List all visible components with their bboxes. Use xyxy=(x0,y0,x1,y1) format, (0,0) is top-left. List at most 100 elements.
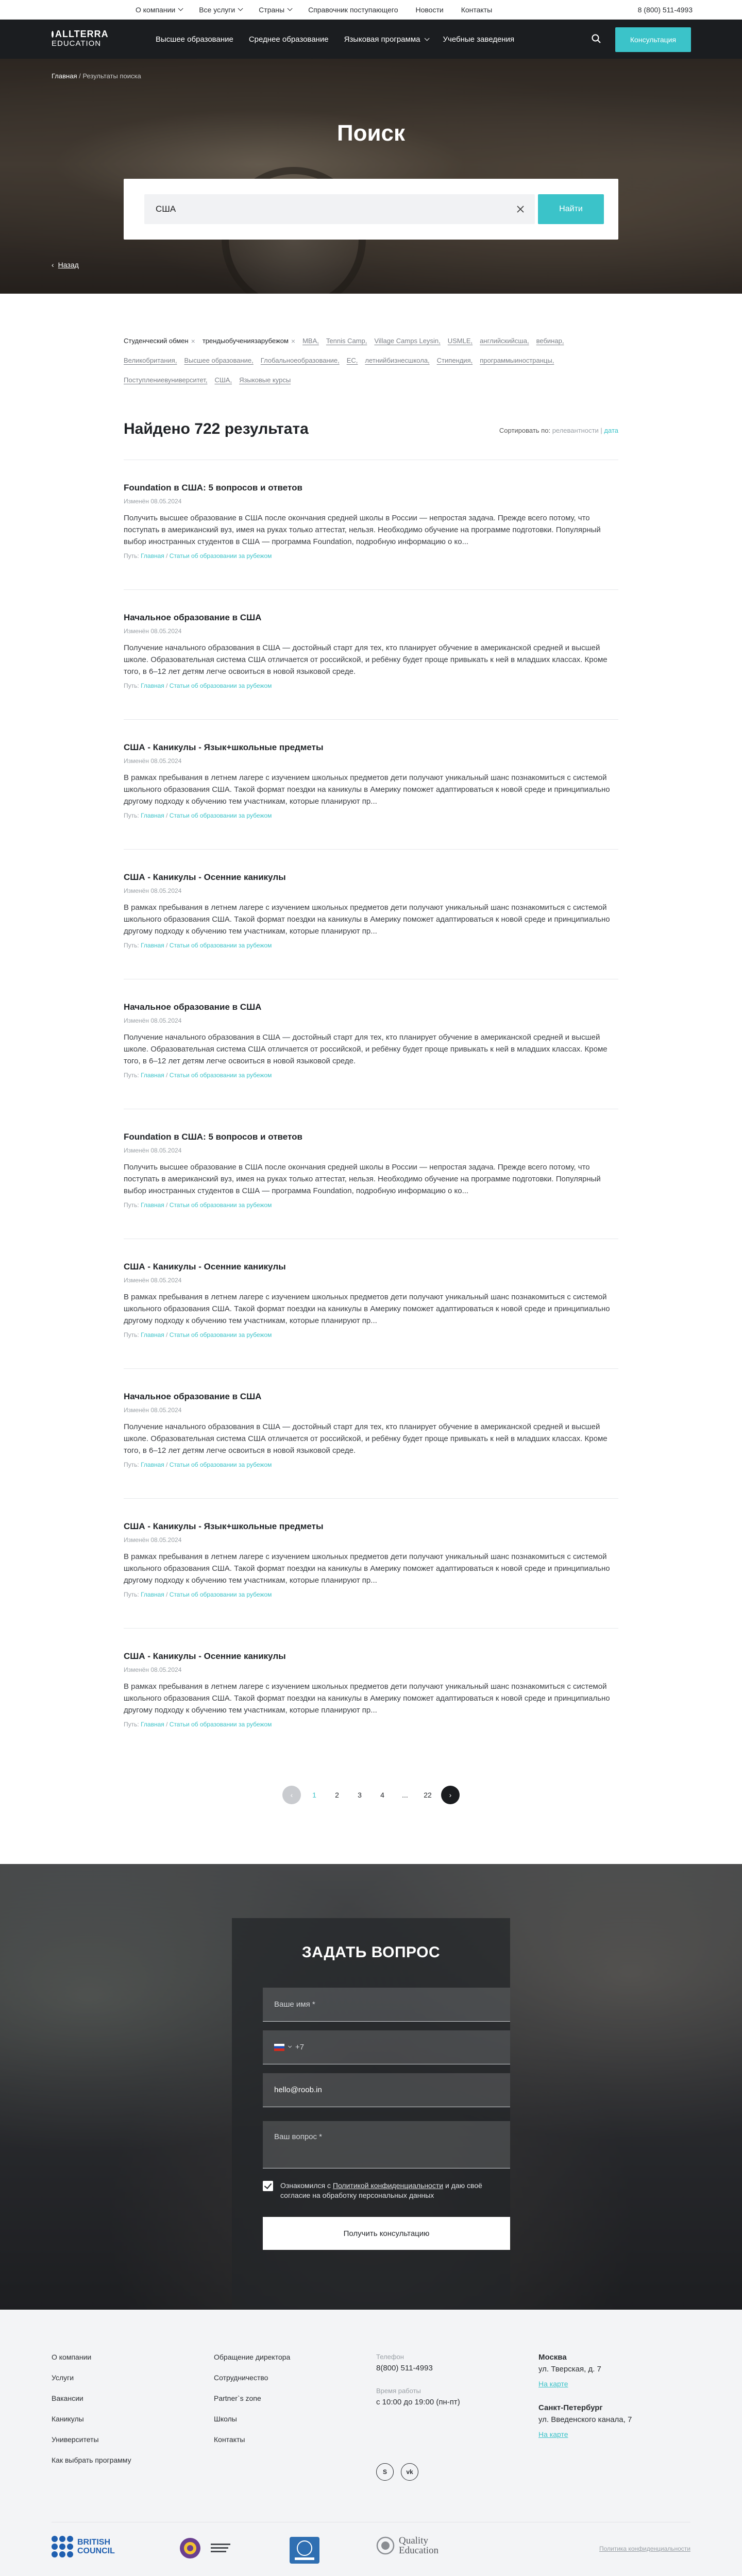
footer-link[interactable]: Школы xyxy=(214,2415,290,2423)
result-title[interactable]: США - Каникулы - Осенние каникулы xyxy=(124,1651,618,1662)
path-section-link[interactable]: Статьи об образовании за рубежом xyxy=(170,682,272,689)
breadcrumb-home[interactable]: Главная xyxy=(52,72,77,80)
tag-link[interactable]: летнийбизнесшкола, xyxy=(365,354,429,367)
tag-link[interactable]: Языковые курсы xyxy=(239,374,291,386)
consult-button[interactable]: Консультация xyxy=(615,27,691,52)
path-section-link[interactable]: Статьи об образовании за рубежом xyxy=(170,1072,272,1079)
result-title[interactable]: Начальное образование в США xyxy=(124,1392,618,1402)
result-title[interactable]: США - Каникулы - Осенние каникулы xyxy=(124,872,618,883)
path-home-link[interactable]: Главная xyxy=(141,942,164,949)
tag-link[interactable]: ЕС, xyxy=(347,354,358,367)
path-section-link[interactable]: Статьи об образовании за рубежом xyxy=(170,1721,272,1728)
consent-checkbox[interactable] xyxy=(263,2181,273,2191)
submit-consult-button[interactable]: Получить консультацию xyxy=(263,2217,510,2250)
tag-link[interactable]: США, xyxy=(214,374,232,386)
path-home-link[interactable]: Главная xyxy=(141,1721,164,1728)
email-field[interactable]: hello@roob.in xyxy=(263,2073,510,2107)
top-nav-services[interactable]: Все услуги xyxy=(199,6,243,14)
tag-link[interactable]: Стипендия, xyxy=(437,354,473,367)
path-home-link[interactable]: Главная xyxy=(141,682,164,689)
nav-higher-education[interactable]: Высшее образование xyxy=(156,35,233,44)
next-page-button[interactable]: › xyxy=(441,1786,460,1804)
path-home-link[interactable]: Главная xyxy=(141,1201,164,1209)
result-title[interactable]: США - Каникулы - Язык+школьные предметы xyxy=(124,1521,618,1532)
footer-phone[interactable]: 8(800) 511-4993 xyxy=(376,2364,460,2372)
page-3[interactable]: 3 xyxy=(350,1786,369,1804)
result-title[interactable]: Foundation в США: 5 вопросов и ответов xyxy=(124,1132,618,1142)
path-home-link[interactable]: Главная xyxy=(141,1331,164,1338)
tag-link[interactable]: MBA, xyxy=(302,335,319,347)
tag-link[interactable]: программыиностранцы, xyxy=(480,354,554,367)
office-map-link[interactable]: На карте xyxy=(538,2430,632,2438)
search-button[interactable]: Найти xyxy=(538,194,604,224)
active-tag[interactable]: Студенческий обмен × xyxy=(124,335,195,347)
nav-institutions[interactable]: Учебные заведения xyxy=(443,35,515,44)
footer-link[interactable]: Услуги xyxy=(52,2374,131,2382)
path-section-link[interactable]: Статьи об образовании за рубежом xyxy=(170,942,272,949)
name-field[interactable]: Ваше имя * xyxy=(263,1988,510,2022)
footer-link[interactable]: Каникулы xyxy=(52,2415,131,2423)
path-section-link[interactable]: Статьи об образовании за рубежом xyxy=(170,1331,272,1338)
path-home-link[interactable]: Главная xyxy=(141,1072,164,1079)
question-field[interactable]: Ваш вопрос * xyxy=(263,2121,510,2168)
privacy-policy-link[interactable]: Политика конфиденциальности xyxy=(599,2545,690,2552)
active-tag[interactable]: трендыобучениязарубежом × xyxy=(203,335,295,347)
vk-icon[interactable]: vk xyxy=(401,2463,418,2481)
tag-link[interactable]: Tennis Camp, xyxy=(326,335,367,347)
result-title[interactable]: США - Каникулы - Осенние каникулы xyxy=(124,1262,618,1272)
footer-link[interactable]: Как выбрать программу xyxy=(52,2456,131,2464)
path-section-link[interactable]: Статьи об образовании за рубежом xyxy=(170,1461,272,1468)
footer-link[interactable]: Вакансии xyxy=(52,2394,131,2402)
path-home-link[interactable]: Главная xyxy=(141,1591,164,1598)
top-nav-about[interactable]: О компании xyxy=(136,6,183,14)
sort-relevance[interactable]: релевантности xyxy=(552,427,599,434)
footer-link[interactable]: Сотрудничество xyxy=(214,2374,290,2382)
search-icon[interactable] xyxy=(592,34,601,43)
path-home-link[interactable]: Главная xyxy=(141,552,164,560)
phone-link[interactable]: 8 (800) 511-4993 xyxy=(638,6,693,14)
tag-link[interactable]: английскийсша, xyxy=(480,335,529,347)
path-home-link[interactable]: Главная xyxy=(141,812,164,819)
path-section-link[interactable]: Статьи об образовании за рубежом xyxy=(170,812,272,819)
result-title[interactable]: Начальное образование в США xyxy=(124,1002,618,1012)
footer-link[interactable]: О компании xyxy=(52,2353,131,2361)
tag-link[interactable]: Глобальноеобразование, xyxy=(261,354,340,367)
phone-field[interactable]: +7 xyxy=(263,2030,510,2064)
nav-language-program[interactable]: Языковая программа xyxy=(344,35,430,44)
page-22[interactable]: 22 xyxy=(418,1786,437,1804)
path-section-link[interactable]: Статьи об образовании за рубежом xyxy=(170,1201,272,1209)
russia-flag-icon[interactable] xyxy=(274,2043,284,2051)
office-map-link[interactable]: На карте xyxy=(538,2380,632,2388)
close-icon[interactable] xyxy=(516,205,525,213)
top-nav-contacts[interactable]: Контакты xyxy=(461,6,492,14)
close-icon[interactable]: × xyxy=(291,335,295,347)
tag-link[interactable]: USMLE, xyxy=(448,335,473,347)
footer-link[interactable]: Контакты xyxy=(214,2435,290,2444)
footer-link[interactable]: Обращение директора xyxy=(214,2353,290,2361)
tag-link[interactable]: Village Camps Leysin, xyxy=(374,335,440,347)
nav-secondary-education[interactable]: Среднее образование xyxy=(249,35,329,44)
back-link[interactable]: ‹ Назад xyxy=(52,261,79,269)
top-nav-news[interactable]: Новости xyxy=(415,6,443,14)
tag-link[interactable]: Великобритания, xyxy=(124,354,177,367)
path-section-link[interactable]: Статьи об образовании за рубежом xyxy=(170,1591,272,1598)
privacy-policy-link[interactable]: Политикой конфиденциальности xyxy=(333,2181,443,2190)
result-title[interactable]: Начальное образование в США xyxy=(124,613,618,623)
path-section-link[interactable]: Статьи об образовании за рубежом xyxy=(170,552,272,560)
tag-link[interactable]: Поступлениевуниверситет, xyxy=(124,374,207,386)
footer-link[interactable]: Partner`s zone xyxy=(214,2394,290,2402)
result-title[interactable]: Foundation в США: 5 вопросов и ответов xyxy=(124,483,618,493)
tag-link[interactable]: вебинар, xyxy=(536,335,564,347)
result-title[interactable]: США - Каникулы - Язык+школьные предметы xyxy=(124,742,618,753)
path-home-link[interactable]: Главная xyxy=(141,1461,164,1468)
skype-icon[interactable]: S xyxy=(376,2463,394,2481)
logo[interactable]: ALLTERRA EDUCATION xyxy=(52,29,108,48)
top-nav-countries[interactable]: Страны xyxy=(259,6,293,14)
page-2[interactable]: 2 xyxy=(328,1786,346,1804)
page-1[interactable]: 1 xyxy=(305,1786,324,1804)
tag-link[interactable]: Высшее образование, xyxy=(184,354,253,367)
top-nav-guide[interactable]: Справочник поступающего xyxy=(308,6,398,14)
footer-link[interactable]: Университеты xyxy=(52,2435,131,2444)
chevron-down-icon[interactable] xyxy=(288,2044,292,2048)
close-icon[interactable]: × xyxy=(191,335,195,347)
